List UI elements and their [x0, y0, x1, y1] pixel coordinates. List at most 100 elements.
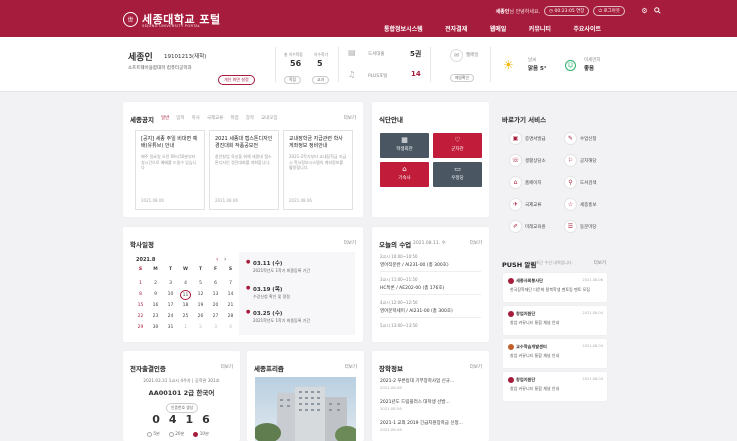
nav-e-approval[interactable]: 전자결재	[445, 24, 467, 33]
tab-scholarship[interactable]: 장학	[246, 115, 254, 121]
library-count[interactable]: 5권	[410, 49, 421, 59]
event-item[interactable]: ● 03.19 (목) 수강신청 확인 및 정정	[246, 285, 290, 300]
calendar-day[interactable]: 28	[225, 312, 236, 322]
tab-employment[interactable]: 취업	[230, 115, 238, 121]
calendar-day[interactable]: 7	[225, 279, 236, 289]
notice-item[interactable]: 2021 세종대 캡스톤디자인 경진대회 작품공모전 창년창업 육성을 위해 세…	[209, 130, 279, 210]
nav-integrated-system[interactable]: 통합정보시스템	[384, 24, 423, 33]
calendar-day[interactable]: 18	[180, 301, 191, 311]
class-item[interactable]: 3교시 11:00~11:50 HC특론 / AE202-00 (총 176호)	[380, 274, 481, 295]
timer-option-10[interactable]: 10분	[193, 431, 209, 437]
calendar-day[interactable]: 26	[195, 312, 206, 322]
tab-recruit[interactable]: 교내모집	[261, 115, 278, 121]
notice-item[interactable]: 교내장학금 지급관련 학사게좌정보 정비안내 2021-2학기부터 교내장학금 …	[283, 130, 353, 210]
class-item[interactable]: 2교시 10:00~10:50 영어작문반 / AI231-00 (총 300호…	[380, 251, 481, 272]
calendar-day[interactable]: 5	[195, 279, 206, 289]
calendar-day[interactable]: 6	[210, 279, 221, 289]
calendar-day[interactable]: 2	[150, 279, 161, 289]
check-mail-button[interactable]: 메일확인	[450, 74, 474, 82]
shortcut-item[interactable]: ✈ 국제교류	[509, 198, 542, 211]
push-more-link[interactable]: 더보기	[594, 260, 606, 266]
push-item[interactable]: 세종사회봉사단 2021.08.06 한국장학재단 다문화 탈북학생 멘토링 멘토 …	[503, 273, 607, 302]
calendar-day[interactable]: 9	[150, 290, 161, 300]
calendar-day[interactable]: 19	[195, 301, 206, 311]
calendar-day[interactable]: 3	[165, 279, 176, 289]
attendance-more-link[interactable]: 더보기	[221, 364, 233, 370]
notice-item[interactable]: [공지] 세종 주일 비대면 예배(유튜브) 안내 매주 일요일 오전 09시5…	[135, 130, 205, 210]
calendar-day[interactable]: 1	[135, 279, 146, 289]
calendar-day[interactable]: 12	[195, 290, 206, 300]
tab-general[interactable]: 일반	[161, 115, 169, 121]
notices-more-link[interactable]: 더보기	[344, 115, 356, 121]
shortcut-item[interactable]: ✎ 수업신청	[564, 132, 597, 145]
classes-more-link[interactable]: 더보기	[470, 240, 482, 246]
tab-admission[interactable]: 입학	[176, 115, 184, 121]
event-item[interactable]: ● 03.25 (수) 2021학년도 1학기 최종등록 기간	[246, 309, 310, 324]
prev-month-icon[interactable]: ‹	[216, 256, 218, 263]
prism-more-link[interactable]: 더보기	[345, 364, 357, 370]
calendar-day[interactable]: 4	[180, 279, 191, 289]
calendar-day[interactable]: 13	[210, 290, 221, 300]
calendar-day[interactable]: 31	[165, 323, 176, 333]
class-item[interactable]: 4교시 12:00~12:50 영어문학세미 / AI231-00 (총 300…	[380, 297, 481, 318]
plus-portal-count[interactable]: 14	[411, 70, 421, 78]
credits-link[interactable]: 학점	[284, 76, 301, 84]
nav-major-sites[interactable]: 주요사이트	[573, 24, 601, 33]
calendar-day[interactable]: 8	[135, 290, 146, 300]
tab-international[interactable]: 국제교류	[207, 115, 224, 121]
nav-webmail[interactable]: 웹메일	[490, 24, 507, 33]
scholarship-item[interactable]: 2021년도 드림플러스 대학생 선발... 2021.08.06	[380, 399, 450, 411]
calendar-day[interactable]: 22	[135, 312, 146, 322]
event-item[interactable]: ● 03.11 (수) 2021학년도 1학기 최종등록 기간	[246, 259, 310, 274]
courses-link[interactable]: 교과	[312, 76, 329, 84]
calendar-day[interactable]: 30	[150, 323, 161, 333]
scholarship-item[interactable]: 2021-1 교외 2019 긴급지원장학금 신청... 2021.08.06	[380, 420, 463, 432]
timer-option-20[interactable]: 20분	[168, 431, 184, 437]
calendar-day[interactable]: 20	[210, 301, 221, 311]
push-item[interactable]: 교수학습개발센터 2021.08.04 창업 커뮤니티 통합 채널 안내	[503, 339, 607, 368]
search-icon[interactable]	[653, 6, 662, 15]
calendar-day[interactable]: 17	[165, 301, 176, 311]
cafeteria-dormitory-button[interactable]: ⌂ 기숙사	[380, 162, 429, 187]
shortcut-item[interactable]: ⚲ 도서검색	[564, 176, 597, 189]
calendar-day[interactable]: 27	[210, 312, 221, 322]
timer-option-5[interactable]: 5분	[147, 431, 160, 437]
cafeteria-student-hall-button[interactable]: ▦ 학생회관	[380, 133, 429, 158]
calendar-day[interactable]: 2	[195, 323, 206, 333]
personal-settings-button[interactable]: 개인 화면 설정	[218, 75, 255, 85]
calendar-day[interactable]: 23	[150, 312, 161, 322]
calendar-day[interactable]: 4	[225, 323, 236, 333]
calendar-day[interactable]: 1	[180, 323, 191, 333]
shortcut-item[interactable]: ⌂ 홈페이지	[509, 176, 542, 189]
shortcut-item[interactable]: ▣ 증명서발급	[509, 132, 546, 145]
session-extend-button[interactable]: ◷ 00:23:05 연장	[544, 6, 590, 16]
cafeteria-woojung-button[interactable]: ▭ 우정당	[433, 162, 482, 187]
logout-button[interactable]: ⏻ 로그아웃	[593, 6, 625, 16]
scholarship-more-link[interactable]: 더보기	[470, 364, 482, 370]
calendar-day[interactable]: 24	[165, 312, 176, 322]
tab-academic[interactable]: 학사	[192, 115, 200, 121]
shortcut-item[interactable]: ✐ 미래교육원	[509, 220, 546, 233]
calendar-day-today[interactable]: 11	[180, 290, 191, 300]
nav-community[interactable]: 커뮤니티	[529, 24, 551, 33]
calendar-day[interactable]: 14	[225, 290, 236, 300]
campus-building-photo[interactable]	[255, 377, 356, 441]
shortcut-item[interactable]: ⚐ 공지해당	[564, 154, 597, 167]
shortcut-item[interactable]: ☏ 생활상담소	[509, 154, 546, 167]
university-seal-icon[interactable]: 世	[123, 12, 138, 27]
calendar-day[interactable]: 10	[165, 290, 176, 300]
calendar-day[interactable]: 29	[135, 323, 146, 333]
calendar-day[interactable]: 15	[135, 301, 146, 311]
generate-code-button[interactable]: 인증번호 생성	[166, 403, 199, 413]
calendar-day[interactable]: 3	[210, 323, 221, 333]
shortcut-item[interactable]: ☰ 동문마당	[564, 220, 597, 233]
calendar-more-link[interactable]: 더보기	[344, 240, 356, 246]
scholarship-item[interactable]: 2021-2 푸른등대 기부장학사업 신규... 2021.08.06	[380, 378, 454, 390]
push-item[interactable]: 창업지원단 2021.08.04 창업 커뮤니티 통합 채널 안내	[503, 372, 607, 401]
calendar-day[interactable]: 21	[225, 301, 236, 311]
calendar-day[interactable]: 25	[180, 312, 191, 322]
next-month-icon[interactable]: ›	[224, 256, 226, 263]
calendar-day[interactable]: 16	[150, 301, 161, 311]
settings-gear-icon[interactable]: ⚙	[640, 6, 649, 15]
cafeteria-gunja-hall-button[interactable]: ♡ 군자관	[433, 133, 482, 158]
